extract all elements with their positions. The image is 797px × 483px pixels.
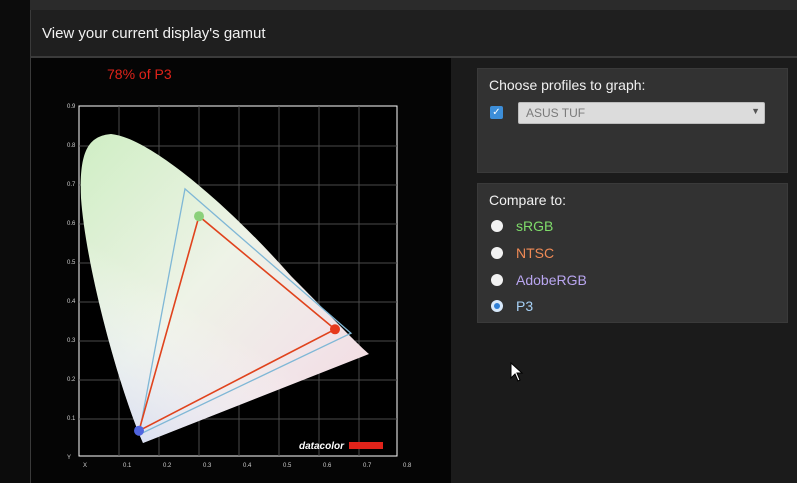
chevron-down-icon: ▼ bbox=[751, 106, 760, 116]
x-tick-label: 0.3 bbox=[203, 463, 212, 469]
x-tick-label: 0.4 bbox=[243, 463, 252, 469]
x-tick-label: 0.5 bbox=[283, 463, 292, 469]
y-tick-label: 0.7 bbox=[67, 182, 76, 188]
x-axis-ticks: X 0.1 0.2 0.3 0.4 0.5 0.6 0.7 0.8 bbox=[83, 463, 412, 469]
blue-primary-point bbox=[134, 425, 144, 436]
radio-ntsc[interactable] bbox=[491, 247, 503, 259]
coverage-label: 78% of P3 bbox=[107, 66, 172, 82]
x-tick-label: 0.1 bbox=[123, 463, 132, 469]
y-tick-label: 0.8 bbox=[67, 143, 76, 149]
y-tick-label: 0.5 bbox=[67, 260, 76, 266]
x-tick-label: 0.6 bbox=[323, 463, 332, 469]
compare-card: Compare to: sRGB NTSC AdobeRGB P3 bbox=[477, 183, 788, 323]
radio-adobergb[interactable] bbox=[491, 274, 503, 286]
profile-checkbox[interactable]: ✓ bbox=[490, 106, 503, 119]
profile-select[interactable]: ASUS TUF ▼ bbox=[518, 102, 765, 124]
x-tick-label: 0.7 bbox=[363, 463, 372, 469]
x-tick-label: 0.2 bbox=[163, 463, 172, 469]
svg-text:datacolor: datacolor bbox=[299, 441, 345, 452]
y-tick-label: Y bbox=[67, 455, 71, 461]
y-tick-label: 0.2 bbox=[67, 377, 76, 383]
gamut-chart: X 0.1 0.2 0.3 0.4 0.5 0.6 0.7 0.8 0.9 0.8 0.7 0.6 0.… bbox=[31, 58, 451, 483]
y-tick-label: 0.3 bbox=[67, 338, 76, 344]
profiles-label: Choose profiles to graph: bbox=[489, 77, 646, 93]
x-tick-label: X bbox=[83, 463, 87, 469]
cie-diagram: X 0.1 0.2 0.3 0.4 0.5 0.6 0.7 0.8 0.90.80.70.60.… bbox=[67, 104, 412, 469]
compare-label: Compare to: bbox=[489, 192, 567, 208]
green-primary-point bbox=[194, 211, 204, 222]
y-tick-label: 0.9 bbox=[67, 104, 76, 110]
y-tick-label: 0.1 bbox=[67, 416, 76, 422]
compare-option-label: sRGB bbox=[516, 218, 554, 234]
monitor-bezel-left bbox=[0, 0, 30, 483]
title-bar: View your current display's gamut bbox=[31, 10, 797, 58]
x-tick-label: 0.8 bbox=[403, 463, 412, 469]
red-primary-point bbox=[330, 324, 340, 335]
y-tick-label: 0.4 bbox=[67, 299, 76, 305]
gamut-panel: View your current display's gamut X 0.1 … bbox=[30, 10, 797, 483]
profiles-card: Choose profiles to graph: ✓ ASUS TUF ▼ bbox=[477, 68, 788, 173]
radio-p3[interactable] bbox=[491, 300, 503, 312]
monitor-bezel-top bbox=[0, 0, 797, 10]
compare-option-label: AdobeRGB bbox=[516, 272, 587, 288]
y-tick-label: 0.6 bbox=[67, 221, 76, 227]
radio-srgb[interactable] bbox=[491, 220, 503, 232]
mouse-cursor-icon bbox=[510, 362, 524, 382]
profile-select-value: ASUS TUF bbox=[526, 106, 586, 120]
window-title: View your current display's gamut bbox=[42, 25, 266, 42]
compare-option-label: NTSC bbox=[516, 245, 555, 261]
y-axis-ticks: 0.9 0.8 0.7 0.6 0.5 0.4 0.3 0.2 0.1 Y bbox=[67, 104, 76, 461]
compare-option-label: P3 bbox=[516, 298, 534, 314]
